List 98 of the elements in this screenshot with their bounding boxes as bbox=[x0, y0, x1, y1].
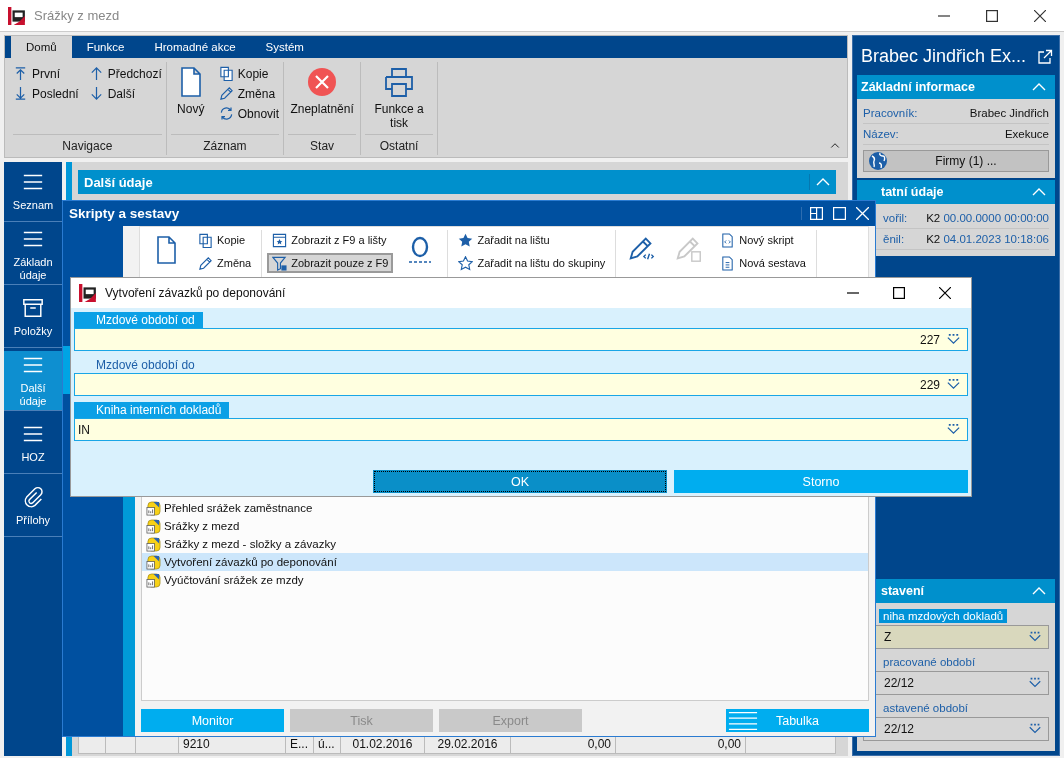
copy-icon bbox=[218, 66, 234, 81]
maximize-icon[interactable] bbox=[893, 287, 905, 299]
report-file-icon bbox=[720, 255, 736, 271]
ribbon-tab[interactable]: Hromadné akce bbox=[139, 36, 251, 58]
ribbon-button[interactable]: Funkce a tisk bbox=[365, 62, 434, 134]
script-icon bbox=[146, 518, 161, 534]
window-title: Srážky z mezd bbox=[34, 8, 120, 23]
field-label: astavené období bbox=[882, 701, 970, 715]
globe-icon bbox=[868, 151, 888, 171]
group-label: Záznam bbox=[170, 134, 280, 155]
filter-icon bbox=[272, 255, 288, 271]
star-icon bbox=[458, 232, 474, 248]
logo-icon bbox=[79, 284, 97, 302]
timestamp: 00.00.0000 00:00:00 bbox=[943, 212, 1049, 224]
ribbon-button[interactable]: Předchozí bbox=[88, 66, 162, 81]
paperclip-icon bbox=[22, 486, 44, 508]
list-item[interactable]: Srážky z mezd - složky a závazky bbox=[142, 535, 868, 553]
dropdown-field[interactable]: 229 bbox=[74, 373, 968, 396]
logo-icon bbox=[8, 6, 26, 25]
group-label: Navigace bbox=[13, 134, 162, 155]
arrow-down-to-line-icon bbox=[13, 86, 28, 101]
ribbon-tab[interactable]: Funkce bbox=[71, 36, 140, 58]
ribbon-button[interactable]: Změna bbox=[218, 86, 280, 101]
section-title: tatní údaje bbox=[881, 185, 944, 199]
ribbon-button[interactable]: Další bbox=[88, 86, 162, 101]
cancel-icon bbox=[306, 66, 339, 98]
dialog-button[interactable]: OK bbox=[373, 470, 667, 493]
printer-icon bbox=[383, 66, 416, 98]
field-label: Název: bbox=[863, 128, 899, 140]
refresh-icon bbox=[218, 106, 234, 121]
script-icon bbox=[146, 554, 161, 570]
toolbar-button[interactable]: Zobrazit pouze z F9 bbox=[267, 253, 394, 273]
field-label: pracované období bbox=[882, 655, 977, 669]
copy-icon bbox=[198, 232, 213, 248]
dropdown-icon bbox=[1028, 676, 1042, 690]
toolbar-button[interactable]: Nový skript bbox=[715, 230, 811, 250]
field-value: Exekuce bbox=[1004, 128, 1049, 140]
list-item[interactable]: Vytvoření závazků po deponování bbox=[142, 553, 868, 571]
toolbar-button[interactable]: Kopie bbox=[193, 230, 257, 250]
list-item[interactable]: Vyúčtování srážek ze mzdy bbox=[142, 571, 868, 589]
field-label: vořil: bbox=[883, 212, 908, 224]
toolbar-button[interactable]: Nová sestava bbox=[715, 253, 811, 273]
companies-button[interactable]: Firmy (1) ... bbox=[863, 150, 1049, 172]
window-star-icon bbox=[272, 232, 288, 248]
group-label: Stav bbox=[288, 134, 357, 155]
section-title: stavení bbox=[881, 584, 925, 598]
star-outline-icon bbox=[458, 255, 474, 271]
dialog-title: Vytvoření závazků po deponování bbox=[105, 286, 286, 300]
dropdown-icon bbox=[946, 332, 961, 347]
list-item[interactable]: Přehled srážek zaměstnance bbox=[142, 499, 868, 517]
ribbon-tab[interactable]: Systém bbox=[250, 36, 319, 58]
nav-item[interactable]: Další údaje bbox=[4, 351, 62, 411]
pencil-icon bbox=[198, 255, 213, 271]
toolbar-button[interactable]: Zobrazit z F9 a lišty bbox=[267, 230, 394, 250]
toolbar-button[interactable]: Změna bbox=[193, 253, 257, 273]
ribbon-button[interactable]: Nový bbox=[170, 62, 211, 120]
field-label: Kniha interních dokladů bbox=[74, 402, 230, 418]
ribbon-button[interactable]: Kopie bbox=[218, 66, 280, 81]
dropdown-field[interactable]: IN bbox=[74, 418, 968, 441]
external-link-icon[interactable] bbox=[1037, 48, 1053, 65]
record-title: Brabec Jindřich Ex... bbox=[861, 46, 1027, 67]
box-icon bbox=[22, 297, 44, 319]
ribbon-button[interactable]: První bbox=[13, 66, 79, 81]
user-code: K2 bbox=[926, 212, 941, 224]
arrow-up-to-line-icon bbox=[13, 66, 28, 81]
toolbar-button[interactable]: Zařadit na lištu do skupiny bbox=[453, 253, 611, 273]
user-code: K2 bbox=[926, 233, 941, 245]
section-title: Základní informace bbox=[861, 80, 975, 94]
field-label: ěnil: bbox=[883, 233, 905, 245]
script-icon bbox=[146, 500, 161, 516]
maximize-icon[interactable] bbox=[986, 9, 998, 22]
script-icon bbox=[146, 536, 161, 552]
timestamp: 04.01.2023 10:18:06 bbox=[943, 233, 1049, 245]
field-label: niha mzdových dokladů bbox=[879, 609, 1008, 623]
close-icon[interactable] bbox=[939, 287, 951, 299]
field-value: Brabec Jindřich bbox=[969, 107, 1049, 119]
list-item[interactable]: Srážky z mezd bbox=[142, 517, 868, 535]
group-label: Ostatní bbox=[365, 134, 434, 155]
restore-icon[interactable] bbox=[810, 207, 823, 220]
script-icon bbox=[146, 572, 161, 588]
dropdown-icon bbox=[946, 422, 961, 437]
dropdown-icon bbox=[946, 377, 961, 392]
ribbon-button[interactable]: Poslední bbox=[13, 86, 79, 101]
field-label: Pracovník: bbox=[863, 107, 918, 119]
field-label: Mzdové období od bbox=[74, 312, 203, 328]
dropdown-field[interactable]: 227 bbox=[74, 328, 968, 351]
ribbon-tab[interactable]: Domů bbox=[11, 36, 72, 58]
field-label: Mzdové období do bbox=[95, 357, 196, 373]
ribbon-button[interactable]: Zneplatnění bbox=[288, 62, 357, 120]
dropdown-icon bbox=[1028, 722, 1042, 736]
dropdown-icon bbox=[1028, 630, 1042, 644]
ribbon-button[interactable]: Obnovit bbox=[218, 106, 280, 121]
close-icon[interactable] bbox=[1034, 9, 1046, 22]
window-title: Skripty a sestavy bbox=[69, 206, 181, 221]
script-file-icon bbox=[720, 232, 736, 248]
section-title: Další údaje bbox=[84, 174, 154, 190]
toolbar-button[interactable]: Zařadit na lištu bbox=[453, 230, 611, 250]
pencil-icon bbox=[218, 86, 234, 101]
